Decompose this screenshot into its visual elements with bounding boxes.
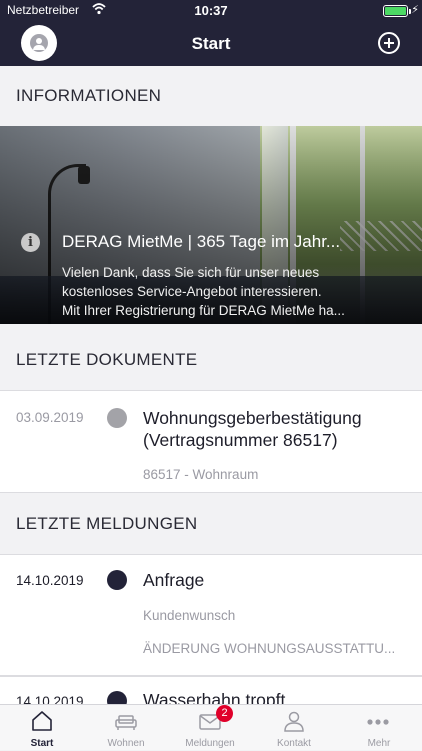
status-dot	[107, 570, 127, 590]
message-date: 14.10.2019	[16, 573, 84, 588]
message-title: Anfrage	[143, 570, 205, 590]
banner-text: Vielen Dank, dass Sie sich für unser neu…	[62, 265, 345, 318]
info-banner[interactable]: i DERAG MietMe | 365 Tage im Jahr... Vie…	[0, 126, 422, 324]
status-dot	[107, 408, 127, 428]
home-icon	[32, 711, 52, 731]
sofa-icon	[115, 715, 137, 730]
person-icon	[284, 711, 304, 732]
document-subtitle: 86517 - Wohnraum	[143, 467, 259, 482]
battery-icon	[383, 5, 408, 17]
banner-title: DERAG MietMe | 365 Tage im Jahr...	[62, 232, 341, 251]
tab-bar: Start Wohnen 2 Meldungen Kontakt Mehr	[0, 704, 422, 750]
info-icon: i	[21, 233, 40, 252]
tab-wohnen[interactable]: Wohnen	[84, 705, 168, 751]
navbar: Start	[0, 22, 422, 66]
message-description: ÄNDERUNG WOHNUNGSAUSSTATTU...	[143, 641, 396, 656]
status-bar: Netzbetreiber 10:37 ⚡	[0, 0, 422, 22]
charging-icon: ⚡	[411, 4, 419, 16]
tab-mehr[interactable]: Mehr	[336, 705, 422, 751]
more-icon	[367, 719, 389, 725]
notification-badge: 2	[216, 705, 233, 722]
section-header-informationen: INFORMATIONEN	[0, 66, 422, 126]
message-row[interactable]: 14.10.2019 Anfrage Kundenwunsch ÄNDERUNG…	[0, 554, 422, 676]
tab-start[interactable]: Start	[0, 705, 84, 751]
add-button[interactable]	[378, 32, 400, 54]
section-header-dokumente: LETZTE DOKUMENTE	[0, 324, 422, 390]
page-title: Start	[191, 34, 231, 53]
message-category: Kundenwunsch	[143, 608, 236, 623]
document-date: 03.09.2019	[16, 410, 84, 425]
tab-meldungen[interactable]: 2 Meldungen	[168, 705, 252, 751]
document-title: Wohnungsgeberbestätigung (Vertragsnummer…	[143, 408, 362, 450]
clock: 10:37	[194, 3, 228, 18]
document-row[interactable]: 03.09.2019 Wohnungsgeberbestätigung (Ver…	[0, 390, 422, 493]
tab-kontakt[interactable]: Kontakt	[252, 705, 336, 751]
section-header-meldungen: LETZTE MELDUNGEN	[0, 493, 422, 554]
